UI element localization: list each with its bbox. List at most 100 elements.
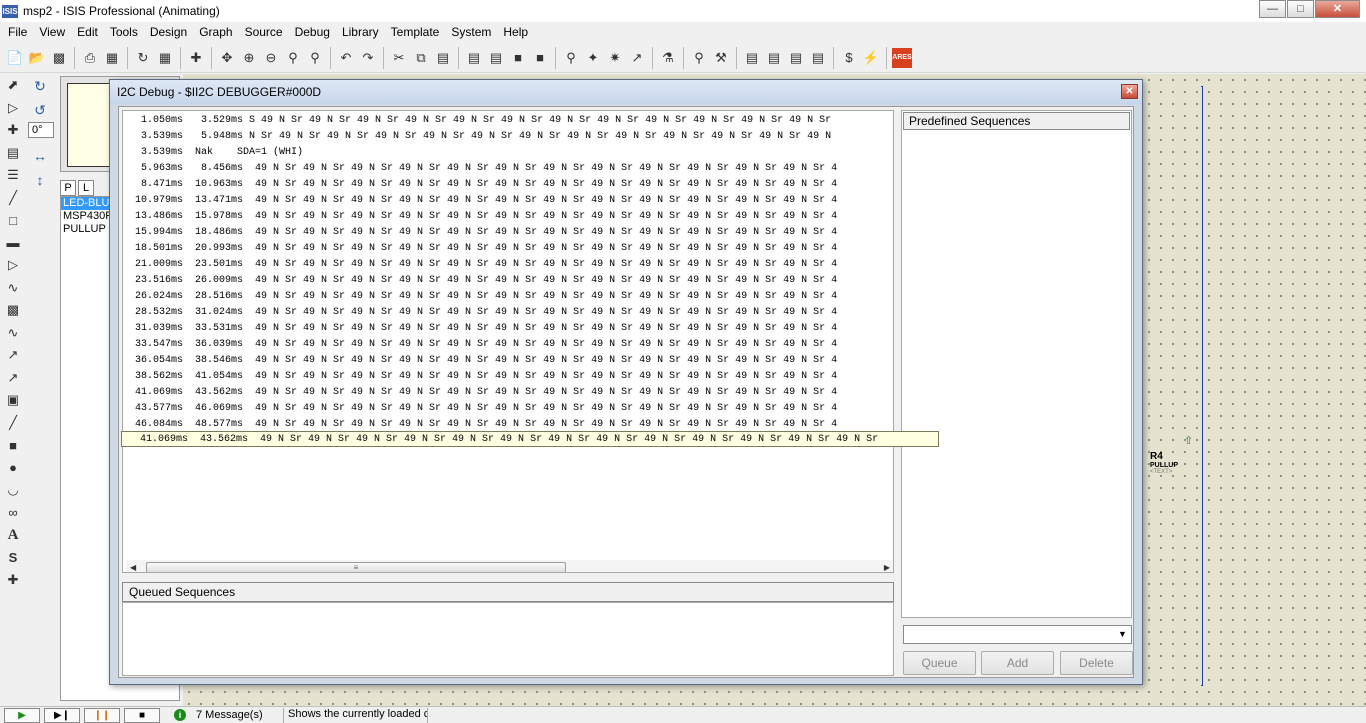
new-file-icon[interactable]: 📄 <box>5 48 25 68</box>
paste-icon[interactable]: ▤ <box>433 48 453 68</box>
junction-dot-icon[interactable]: ✚ <box>2 119 24 142</box>
predefined-sequences-panel[interactable]: Predefined Sequences <box>901 110 1132 618</box>
package-tool-icon[interactable]: ✷ <box>605 48 625 68</box>
zoom-out-icon[interactable]: ⊖ <box>261 48 281 68</box>
zoom-in-icon[interactable]: ⊕ <box>239 48 259 68</box>
scroll-left-icon[interactable]: ◀ <box>130 563 136 572</box>
zoom-area-icon[interactable]: ⚲ <box>305 48 325 68</box>
dialog-close-button[interactable]: ✕ <box>1121 84 1138 99</box>
block-delete-icon[interactable]: ■ <box>530 48 550 68</box>
new-sheet-icon[interactable]: ▤ <box>742 48 762 68</box>
component-mode-icon[interactable]: ▷ <box>2 97 24 120</box>
pick-device-icon[interactable]: ⚲ <box>561 48 581 68</box>
marker-icon[interactable]: ✚ <box>2 569 24 592</box>
wire-autorouter-icon[interactable]: ⚗ <box>658 48 678 68</box>
print-icon[interactable]: ⎙ <box>80 48 100 68</box>
menu-view[interactable]: View <box>33 22 71 42</box>
log-row[interactable]: 23.516ms 26.009ms 49 N Sr 49 N Sr 49 N S… <box>123 273 837 289</box>
scroll-thumb[interactable]: ≡ <box>146 562 566 572</box>
menu-library[interactable]: Library <box>336 22 385 42</box>
log-row[interactable]: 43.577ms 46.069ms 49 N Sr 49 N Sr 49 N S… <box>123 401 837 417</box>
decompose-icon[interactable]: ↗ <box>627 48 647 68</box>
bill-of-materials-icon[interactable]: $ <box>839 48 859 68</box>
line-icon[interactable]: ╱ <box>2 412 24 435</box>
i2c-log-list[interactable]: 1.050ms 3.529ms S 49 N Sr 49 N Sr 49 N S… <box>122 110 894 573</box>
log-row[interactable]: 15.994ms 18.486ms 49 N Sr 49 N Sr 49 N S… <box>123 225 837 241</box>
restore-button[interactable]: □ <box>1287 0 1314 18</box>
text-script-icon[interactable]: ☰ <box>2 164 24 187</box>
delete-button[interactable]: Delete <box>1060 651 1133 675</box>
rotation-angle-field[interactable]: 0° <box>28 122 54 138</box>
rotate-anticlockwise-icon[interactable]: ↺ <box>28 98 52 122</box>
pan-icon[interactable]: ✥ <box>217 48 237 68</box>
graph-mode-icon[interactable]: ∿ <box>2 277 24 300</box>
terminals-icon[interactable]: ▬ <box>2 232 24 255</box>
scroll-right-icon[interactable]: ▶ <box>884 563 890 572</box>
goto-sheet-icon[interactable]: ▤ <box>786 48 806 68</box>
log-row[interactable]: 31.039ms 33.531ms 49 N Sr 49 N Sr 49 N S… <box>123 321 837 337</box>
bus-icon[interactable]: ╱ <box>2 187 24 210</box>
stop-button[interactable]: ■ <box>124 707 160 723</box>
log-row[interactable]: 33.547ms 36.039ms 49 N Sr 49 N Sr 49 N S… <box>123 337 837 353</box>
pullup-component[interactable]: R4 PULLUP <TEXT> <box>1150 451 1178 475</box>
ares-icon[interactable]: ARES <box>892 47 912 68</box>
print-area-icon[interactable]: ▦ <box>102 48 122 68</box>
log-row[interactable]: 28.532ms 31.024ms 49 N Sr 49 N Sr 49 N S… <box>123 305 837 321</box>
step-button[interactable]: ▶❙ <box>44 707 80 723</box>
menu-debug[interactable]: Debug <box>289 22 336 42</box>
subcircuit-icon[interactable]: □ <box>2 209 24 232</box>
log-row[interactable]: 10.979ms 13.471ms 49 N Sr 49 N Sr 49 N S… <box>123 193 837 209</box>
text-icon[interactable]: A <box>2 524 24 547</box>
play-button[interactable]: ▶ <box>4 707 40 723</box>
log-row[interactable]: 41.069ms 43.562ms 49 N Sr 49 N Sr 49 N S… <box>123 385 837 401</box>
remove-sheet-icon[interactable]: ▤ <box>764 48 784 68</box>
log-row[interactable]: 38.562ms 41.054ms 49 N Sr 49 N Sr 49 N S… <box>123 369 837 385</box>
messages-indicator[interactable]: i 7 Message(s) <box>174 707 284 723</box>
undo-icon[interactable]: ↶ <box>336 48 356 68</box>
electrical-check-icon[interactable]: ⚡ <box>861 48 881 68</box>
grid-icon[interactable]: ▦ <box>155 48 175 68</box>
close-button[interactable]: ✕ <box>1315 0 1360 18</box>
add-button[interactable]: Add <box>981 651 1054 675</box>
library-manager-tab[interactable]: L <box>78 180 94 196</box>
block-move-icon[interactable]: ▤ <box>486 48 506 68</box>
box-icon[interactable]: ■ <box>2 434 24 457</box>
menu-file[interactable]: File <box>2 22 33 42</box>
queued-sequences-list[interactable] <box>122 602 894 676</box>
log-row[interactable]: 5.963ms 8.456ms 49 N Sr 49 N Sr 49 N Sr … <box>123 161 837 177</box>
bom-icon[interactable]: ▤ <box>808 48 828 68</box>
block-rotate-icon[interactable]: ■ <box>508 48 528 68</box>
zoom-all-icon[interactable]: ⚲ <box>283 48 303 68</box>
selection-mode-icon[interactable]: ⬈ <box>2 74 24 97</box>
cut-icon[interactable]: ✂ <box>389 48 409 68</box>
menu-edit[interactable]: Edit <box>71 22 104 42</box>
mirror-vertical-icon[interactable]: ↕ <box>28 168 52 192</box>
device-item[interactable]: LED-BLU <box>61 197 109 210</box>
open-folder-icon[interactable]: 📂 <box>27 48 47 68</box>
menu-help[interactable]: Help <box>497 22 534 42</box>
save-icon[interactable]: ▩ <box>49 48 69 68</box>
path-icon[interactable]: ∞ <box>2 502 24 525</box>
pick-devices-tab[interactable]: P <box>60 180 76 196</box>
copy-icon[interactable]: ⧉ <box>411 48 431 68</box>
dialog-title-bar[interactable]: I2C Debug - $II2C DEBUGGER#000D ✕ <box>110 80 1142 104</box>
log-row[interactable]: 1.050ms 3.529ms S 49 N Sr 49 N Sr 49 N S… <box>123 113 831 129</box>
minimize-button[interactable]: — <box>1259 0 1286 18</box>
search-icon[interactable]: ⚲ <box>689 48 709 68</box>
log-row[interactable]: 18.501ms 20.993ms 49 N Sr 49 N Sr 49 N S… <box>123 241 837 257</box>
refresh-icon[interactable]: ↻ <box>133 48 153 68</box>
menu-template[interactable]: Template <box>385 22 446 42</box>
origin-icon[interactable]: ✚ <box>186 48 206 68</box>
pause-button[interactable]: ❙❙ <box>84 707 120 723</box>
property-tool-icon[interactable]: ⚒ <box>711 48 731 68</box>
log-row[interactable]: 21.009ms 23.501ms 49 N Sr 49 N Sr 49 N S… <box>123 257 837 273</box>
log-row[interactable]: 26.024ms 28.516ms 49 N Sr 49 N Sr 49 N S… <box>123 289 837 305</box>
log-row[interactable]: 36.054ms 38.546ms 49 N Sr 49 N Sr 49 N S… <box>123 353 837 369</box>
log-row[interactable]: 3.539ms 5.948ms N Sr 49 N Sr 49 N Sr 49 … <box>123 129 831 145</box>
log-row[interactable]: 3.539ms Nak SDA=1 (WHI) <box>123 145 303 161</box>
menu-system[interactable]: System <box>445 22 497 42</box>
wire-label-icon[interactable]: ▤ <box>2 142 24 165</box>
log-row[interactable]: 8.471ms 10.963ms 49 N Sr 49 N Sr 49 N Sr… <box>123 177 837 193</box>
circle-icon[interactable]: ● <box>2 457 24 480</box>
symbol-icon[interactable]: S <box>2 547 24 570</box>
